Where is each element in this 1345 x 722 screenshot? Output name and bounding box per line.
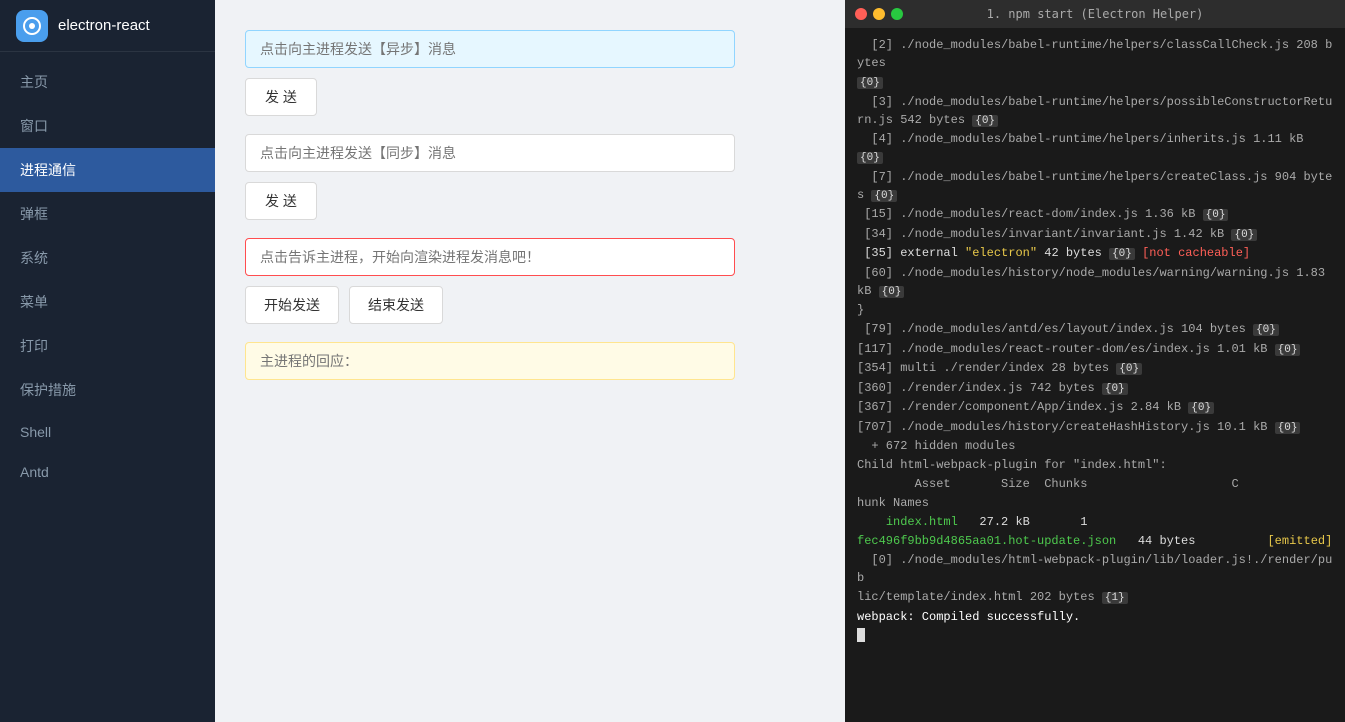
terminal-line: [360] ./render/index.js 742 bytes {0} bbox=[857, 379, 1333, 398]
terminal-line: fec496f9bb9d4865aa01.hot-update.json 44 … bbox=[857, 532, 1333, 550]
terminal-line: [79] ./node_modules/antd/es/layout/index… bbox=[857, 320, 1333, 339]
terminal-panel: 1. npm start (Electron Helper) [2] ./nod… bbox=[845, 0, 1345, 722]
maximize-button[interactable] bbox=[891, 8, 903, 20]
sidebar-item-label: 保护措施 bbox=[20, 380, 76, 400]
sidebar-item-label: Shell bbox=[20, 424, 51, 440]
sidebar-item-popup[interactable]: 弹框 bbox=[0, 192, 215, 236]
terminal-line: [707] ./node_modules/history/createHashH… bbox=[857, 418, 1333, 437]
terminal-line: webpack: Compiled successfully. bbox=[857, 608, 1333, 626]
terminal-line: [35] external "electron" 42 bytes {0} [n… bbox=[857, 244, 1333, 263]
terminal-titlebar: 1. npm start (Electron Helper) bbox=[845, 0, 1345, 28]
sidebar-header: electron-react bbox=[0, 0, 215, 52]
sidebar-item-protect[interactable]: 保护措施 bbox=[0, 368, 215, 412]
terminal-traffic-lights bbox=[855, 8, 903, 20]
sidebar-item-label: 菜单 bbox=[20, 292, 48, 312]
app-title: electron-react bbox=[58, 17, 150, 34]
async-input[interactable] bbox=[245, 30, 735, 68]
terminal-line: [4] ./node_modules/babel-runtime/helpers… bbox=[857, 130, 1333, 167]
terminal-title: 1. npm start (Electron Helper) bbox=[987, 7, 1204, 21]
sync-input[interactable] bbox=[245, 134, 735, 172]
terminal-line: [117] ./node_modules/react-router-dom/es… bbox=[857, 340, 1333, 359]
async-send-button[interactable]: 发 送 bbox=[245, 78, 317, 116]
response-group bbox=[245, 342, 815, 380]
sidebar-item-home[interactable]: 主页 bbox=[0, 60, 215, 104]
minimize-button[interactable] bbox=[873, 8, 885, 20]
sidebar: electron-react 主页窗口进程通信弹框系统菜单打印保护措施 Shell… bbox=[0, 0, 215, 722]
stream-btn-group: 开始发送 结束发送 bbox=[245, 286, 815, 324]
terminal-line: [34] ./node_modules/invariant/invariant.… bbox=[857, 225, 1333, 244]
terminal-line: Asset Size Chunks C bbox=[857, 475, 1333, 493]
sync-group: 发 送 bbox=[245, 134, 815, 220]
close-button[interactable] bbox=[855, 8, 867, 20]
terminal-cursor-line bbox=[857, 627, 1333, 645]
terminal-line: [354] multi ./render/index 28 bytes {0} bbox=[857, 359, 1333, 378]
sidebar-item-label: 主页 bbox=[20, 72, 48, 92]
terminal-line: [7] ./node_modules/babel-runtime/helpers… bbox=[857, 168, 1333, 205]
sidebar-item-window[interactable]: 窗口 bbox=[0, 104, 215, 148]
sidebar-item-ipc[interactable]: 进程通信 bbox=[0, 148, 215, 192]
terminal-line: lic/template/index.html 202 bytes {1} bbox=[857, 588, 1333, 607]
sidebar-item-print[interactable]: 打印 bbox=[0, 324, 215, 368]
sidebar-item-label: 系统 bbox=[20, 248, 48, 268]
stream-start-button[interactable]: 开始发送 bbox=[245, 286, 339, 324]
terminal-line: } bbox=[857, 301, 1333, 319]
terminal-line: [367] ./render/component/App/index.js 2.… bbox=[857, 398, 1333, 417]
terminal-line: index.html 27.2 kB 1 bbox=[857, 513, 1333, 531]
sync-send-button[interactable]: 发 送 bbox=[245, 182, 317, 220]
sidebar-item-system[interactable]: 系统 bbox=[0, 236, 215, 280]
sidebar-item-label: 窗口 bbox=[20, 116, 48, 136]
sidebar-item-label: 打印 bbox=[20, 336, 48, 356]
terminal-line: [60] ./node_modules/history/node_modules… bbox=[857, 264, 1333, 301]
sidebar-nav: 主页窗口进程通信弹框系统菜单打印保护措施 Shell Antd bbox=[0, 52, 215, 722]
sidebar-item-shell[interactable]: Shell bbox=[0, 412, 215, 452]
main-wrapper: 发 送 发 送 开始发送 结束发送 1. npm st bbox=[215, 0, 1345, 722]
terminal-line: [15] ./node_modules/react-dom/index.js 1… bbox=[857, 205, 1333, 224]
sidebar-item-label: 进程通信 bbox=[20, 160, 76, 180]
terminal-line: [2] ./node_modules/babel-runtime/helpers… bbox=[857, 36, 1333, 72]
center-panel: 发 送 发 送 开始发送 结束发送 bbox=[215, 0, 845, 722]
terminal-cursor bbox=[857, 628, 865, 642]
stream-end-button[interactable]: 结束发送 bbox=[349, 286, 443, 324]
sidebar-item-antd[interactable]: Antd bbox=[0, 452, 215, 492]
stream-input[interactable] bbox=[245, 238, 735, 276]
terminal-line: [3] ./node_modules/babel-runtime/helpers… bbox=[857, 93, 1333, 130]
terminal-line: Child html-webpack-plugin for "index.htm… bbox=[857, 456, 1333, 474]
sidebar-item-label: Antd bbox=[20, 464, 49, 480]
terminal-line: [0] ./node_modules/html-webpack-plugin/l… bbox=[857, 551, 1333, 587]
response-input[interactable] bbox=[245, 342, 735, 380]
sidebar-item-label: 弹框 bbox=[20, 204, 48, 224]
app-logo bbox=[16, 10, 48, 42]
terminal-body[interactable]: [2] ./node_modules/babel-runtime/helpers… bbox=[845, 28, 1345, 722]
terminal-line: {0} bbox=[857, 73, 1333, 92]
async-group: 发 送 bbox=[245, 30, 815, 116]
stream-group: 开始发送 结束发送 bbox=[245, 238, 815, 324]
terminal-line: hunk Names bbox=[857, 494, 1333, 512]
sidebar-item-menu[interactable]: 菜单 bbox=[0, 280, 215, 324]
terminal-line: + 672 hidden modules bbox=[857, 437, 1333, 455]
